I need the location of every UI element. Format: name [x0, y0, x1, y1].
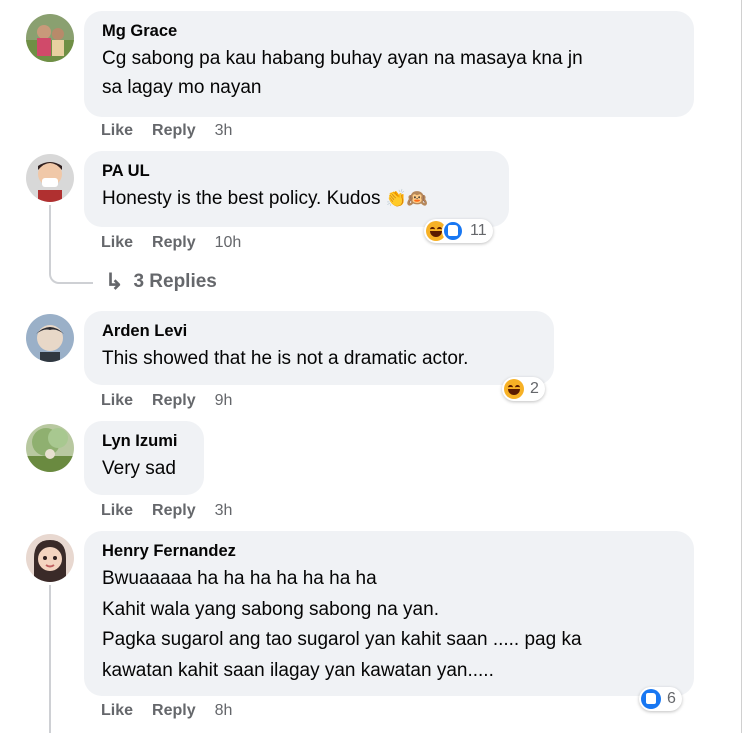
reaction-count: 11 — [470, 222, 487, 239]
thread-line — [49, 205, 51, 265]
view-replies-link[interactable]: ↳ 3 Replies — [105, 269, 217, 295]
comment-actions: Like Reply 3h — [101, 121, 232, 141]
comment-timestamp[interactable]: 10h — [215, 234, 242, 252]
comment-actions: Like Reply 10h — [101, 233, 241, 253]
reaction-count: 6 — [667, 690, 676, 707]
avatar[interactable] — [26, 314, 74, 362]
comment-author[interactable]: Henry Fernandez — [102, 541, 676, 561]
comment-text: Cg sabong pa kau habang buhay ayan na ma… — [102, 48, 583, 98]
avatar[interactable] — [26, 14, 74, 62]
avatar[interactable] — [26, 534, 74, 582]
comment-timestamp[interactable]: 3h — [215, 502, 233, 520]
thread-connector — [49, 262, 93, 284]
reaction-summary[interactable]: 2 — [502, 377, 545, 401]
comment-actions: Like Reply 9h — [101, 391, 232, 411]
comment-text: Very sad — [102, 458, 176, 479]
comment-bubble: PA UL Honesty is the best policy. Kudos … — [84, 151, 509, 227]
replies-count-label: 3 Replies — [133, 271, 217, 292]
comment-bubble: Mg Grace Cg sabong pa kau habang buhay a… — [84, 11, 694, 117]
like-button[interactable]: Like — [101, 122, 133, 140]
comment-timestamp[interactable]: 3h — [215, 122, 233, 140]
avatar[interactable] — [26, 154, 74, 202]
reply-button[interactable]: Reply — [152, 392, 196, 410]
reaction-summary[interactable]: 6 — [639, 687, 682, 711]
reply-button[interactable]: Reply — [152, 702, 196, 720]
reply-button[interactable]: Reply — [152, 502, 196, 520]
comment-bubble: Arden Levi This showed that he is not a … — [84, 311, 554, 385]
comment-author[interactable]: PA UL — [102, 161, 491, 181]
reply-arrow-icon: ↳ — [105, 269, 124, 294]
like-reaction-icon — [641, 689, 661, 709]
thread-line — [49, 585, 51, 733]
like-button[interactable]: Like — [101, 392, 133, 410]
comment-author[interactable]: Mg Grace — [102, 21, 676, 41]
reaction-summary[interactable]: 11 — [424, 219, 493, 243]
comments-panel: Mg Grace Cg sabong pa kau habang buhay a… — [0, 0, 742, 733]
comment-timestamp[interactable]: 8h — [215, 702, 233, 720]
reply-button[interactable]: Reply — [152, 234, 196, 252]
like-button[interactable]: Like — [101, 702, 133, 720]
comment-timestamp[interactable]: 9h — [215, 392, 233, 410]
haha-reaction-icon — [504, 379, 524, 399]
comment-text: Honesty is the best policy. Kudos 👏🙉 — [102, 188, 429, 209]
reply-button[interactable]: Reply — [152, 122, 196, 140]
comment-author[interactable]: Lyn Izumi — [102, 431, 186, 451]
comment-bubble: Lyn Izumi Very sad — [84, 421, 204, 495]
comment-text: This showed that he is not a dramatic ac… — [102, 348, 469, 369]
comment-author[interactable]: Arden Levi — [102, 321, 536, 341]
like-button[interactable]: Like — [101, 502, 133, 520]
avatar[interactable] — [26, 424, 74, 472]
reaction-count: 2 — [530, 380, 539, 397]
comment-actions: Like Reply 8h — [101, 701, 232, 721]
comment-text: Bwuaaaaa ha ha ha ha ha ha ha Kahit wala… — [102, 568, 582, 681]
like-reaction-icon — [442, 220, 464, 242]
like-button[interactable]: Like — [101, 234, 133, 252]
comment-actions: Like Reply 3h — [101, 501, 232, 521]
comment-bubble: Henry Fernandez Bwuaaaaa ha ha ha ha ha … — [84, 531, 694, 696]
clap-monkey-emoji: 👏🙉 — [385, 189, 429, 208]
